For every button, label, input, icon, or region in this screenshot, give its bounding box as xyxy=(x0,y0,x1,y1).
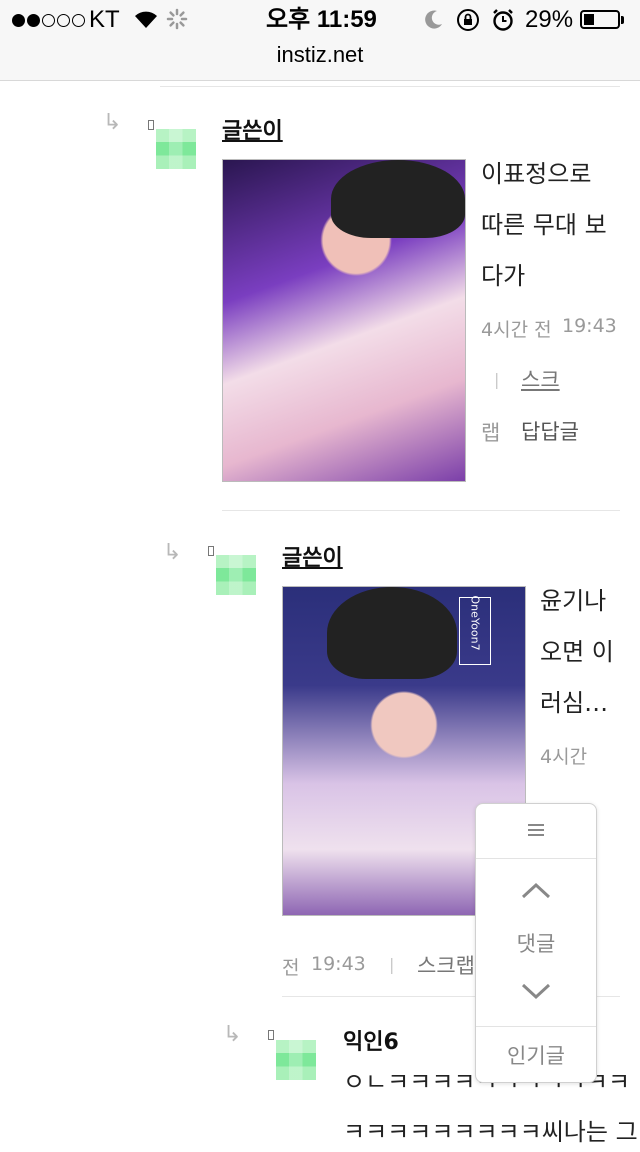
avatar[interactable] xyxy=(156,129,196,169)
comment-text-line: 러심… xyxy=(540,689,609,717)
image-placeholder-icon xyxy=(268,1030,274,1040)
comment-text-line: 이표정으로 xyxy=(481,160,592,188)
scroll-up-button[interactable] xyxy=(476,880,596,904)
image-placeholder-icon xyxy=(148,120,154,130)
divider xyxy=(476,1026,596,1027)
image-placeholder-icon xyxy=(208,546,214,556)
cap-shape xyxy=(327,587,457,679)
scroll-down-button[interactable] xyxy=(476,982,596,1006)
menu-button[interactable] xyxy=(476,822,596,841)
reply-arrow-icon: ↳ xyxy=(163,540,182,565)
comment-author[interactable]: 글쓴이 xyxy=(282,540,343,572)
comment-text-line: 윤기나 xyxy=(540,587,607,615)
hamburger-icon xyxy=(528,824,544,836)
comment-time-ago-continued: 전 xyxy=(282,957,300,979)
scrap-link-continued[interactable]: 랩 xyxy=(481,417,500,447)
floating-navigation: 댓글 인기글 xyxy=(475,803,597,1083)
chevron-up-icon xyxy=(521,882,551,899)
avatar[interactable] xyxy=(216,555,256,595)
meta-separator: | xyxy=(494,370,500,389)
comments-jump-button[interactable]: 댓글 xyxy=(476,928,596,958)
comment-time-ago: 4시간 전 xyxy=(481,319,552,341)
reply-arrow-icon: ↳ xyxy=(223,1022,242,1047)
reply-link[interactable]: 답답글 xyxy=(521,416,579,446)
comment-text-line: 오면 이 xyxy=(540,638,614,666)
comment-author[interactable]: 익인6 xyxy=(343,1024,399,1056)
image-watermark: OneYoon7 xyxy=(468,595,482,651)
cap-shape xyxy=(331,160,465,238)
reply-arrow-icon: ↳ xyxy=(103,110,122,135)
divider xyxy=(476,858,596,859)
comment-text-line: 다가 xyxy=(481,262,526,290)
chevron-down-icon xyxy=(521,983,551,1000)
popular-posts-button[interactable]: 인기글 xyxy=(476,1040,596,1070)
scrap-link[interactable]: 스크랩 xyxy=(417,950,475,980)
comment-item: ↳ 글쓴이 이표정으로 따른 무대 보 다가 4시간 전 19:43 | 스크 … xyxy=(0,0,640,510)
comment-text-line: 따른 무대 보 xyxy=(481,211,607,239)
avatar[interactable] xyxy=(276,1040,316,1080)
comment-timestamp: 19:43 xyxy=(562,315,617,337)
comment-time-ago: 4시간 xyxy=(540,746,588,768)
comment-photo[interactable] xyxy=(222,159,466,482)
comment-timestamp: 19:43 xyxy=(311,953,366,975)
scrap-link[interactable]: 스크 xyxy=(521,364,560,394)
comment-author[interactable]: 글쓴이 xyxy=(222,113,283,145)
meta-separator: | xyxy=(389,955,395,974)
comment-text-line: ㅋㅋㅋㅋㅋㅋㅋㅋㅋ씨나는 그 xyxy=(343,1118,638,1146)
